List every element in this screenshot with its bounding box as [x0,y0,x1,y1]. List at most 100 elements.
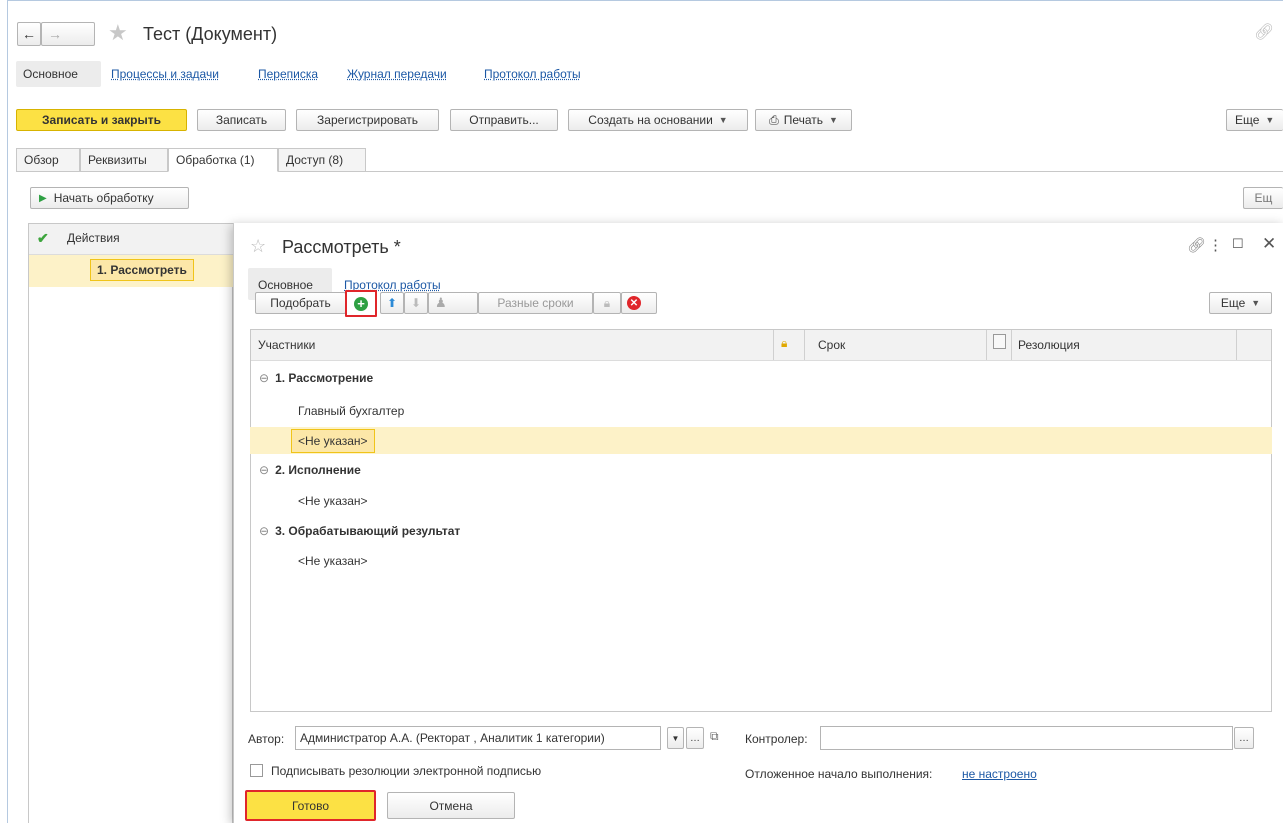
delete-button[interactable]: ✕ [621,292,657,314]
participant-name: Главный бухгалтер [298,403,405,418]
pick-button[interactable]: Подобрать [255,292,346,314]
author-open-icon[interactable]: ⧉ [710,729,719,744]
participant-name-selected[interactable]: <Не указан> [291,428,375,453]
dialog-more-button[interactable]: Еще ▼ [1209,292,1272,314]
dialog-tab-main-label: Основное [258,278,313,292]
print-label: Печать [783,113,823,127]
printer-icon: ⎙ [769,112,779,127]
different-terms-button[interactable]: Разные сроки [478,292,593,314]
doc-tab-processing[interactable]: Обработка (1) [168,148,278,172]
arrow-left-icon: ← [22,26,36,42]
back-button[interactable]: ← [17,22,41,46]
actions-column-header: Действия [67,231,120,245]
dialog-favorite-icon[interactable]: ☆ [250,236,266,257]
group-title: 1. Рассмотрение [275,370,374,385]
column-header-term[interactable]: Срок [818,338,845,352]
controller-label: Контролер: [745,732,808,746]
author-select-button[interactable]: … [686,727,704,749]
doc-tab-requisites[interactable]: Реквизиты [80,148,168,172]
add-circle-icon: + [354,296,368,311]
start-processing-button[interactable]: ▶ Начать обработку [30,187,189,209]
lock-button[interactable]: 🔒︎ [593,292,621,314]
table-row-group-1[interactable]: ⊖ 1. Рассмотрение [250,366,1272,389]
favorite-star-icon[interactable]: ★ [108,20,128,46]
register-button[interactable]: Зарегистрировать [296,109,439,131]
participant-name: <Не указан> [298,553,368,568]
move-up-button[interactable]: ⬆ [380,292,404,314]
participant-button[interactable]: ♟ [428,292,478,314]
header-sep-4 [1011,330,1012,360]
nav-tab-transfer-log[interactable]: Журнал передачи [347,67,447,81]
table-row-selected[interactable]: <Не указан> [250,427,1272,454]
table-row[interactable]: <Не указан> [250,549,1272,572]
create-based-button[interactable]: Создать на основании ▼ [568,109,748,131]
actions-table [28,223,233,823]
column-lock-icon: 🔒︎ [781,336,788,350]
controller-select-button[interactable]: … [1234,727,1254,749]
dialog-maximize-icon[interactable]: ☐ [1232,236,1244,252]
save-close-button[interactable]: Записать и закрыть [16,109,187,131]
table-row[interactable]: Главный бухгалтер [250,399,1272,422]
add-participant-button[interactable]: + [345,290,377,317]
done-button[interactable]: Готово [245,790,376,821]
nav-tab-main-label: Основное [23,67,78,81]
collapse-icon[interactable]: ⊖ [259,463,269,477]
dialog-close-icon[interactable]: ✕ [1262,234,1276,254]
nav-tab-work-log[interactable]: Протокол работы [484,67,581,81]
author-label: Автор: [248,732,285,746]
deferred-label: Отложенное начало выполнения: [745,767,933,781]
cancel-button[interactable]: Отмена [387,792,515,819]
person-icon: ♟ [435,295,447,310]
header-sep-3 [986,330,987,360]
more-button[interactable]: Еще ▼ [1226,109,1283,131]
chevron-down-icon: ▼ [829,115,838,125]
dialog-link-icon[interactable]: 🔗︎ [1187,236,1206,254]
nav-tab-processes[interactable]: Процессы и задачи [111,67,219,81]
chevron-down-icon: ▼ [1265,115,1275,125]
nav-tab-correspondence[interactable]: Переписка [258,67,318,81]
table-row-group-3[interactable]: ⊖ 3. Обрабатывающий результат [250,519,1272,542]
column-doc-icon [993,334,1006,349]
doc-tab-overview[interactable]: Обзор [16,148,80,172]
dialog-more-label: Еще [1220,296,1246,310]
create-based-label: Создать на основании [588,113,713,127]
table-row[interactable]: <Не указан> [250,489,1272,512]
group-title: 2. Исполнение [275,462,361,477]
arrow-up-icon: ⬆ [386,296,398,310]
check-icon: ✔ [37,230,49,246]
link-icon[interactable]: 🔗︎ [1254,22,1274,42]
deferred-link[interactable]: не настроено [962,767,1037,781]
author-dropdown-button[interactable]: ▼ [667,727,684,749]
participant-name: <Не указан> [298,493,368,508]
actions-row-item[interactable]: 1. Рассмотреть [90,259,194,281]
move-down-button[interactable]: ⬇ [404,292,428,314]
author-input[interactable]: Администратор А.А. (Ректорат , Аналитик … [295,726,661,750]
dialog-title: Рассмотреть * [282,237,401,257]
window-title: Тест (Документ) [143,24,278,44]
collapse-icon[interactable]: ⊖ [259,371,269,385]
left-more-button[interactable]: Ещ [1243,187,1283,209]
save-button[interactable]: Записать [197,109,286,131]
lock-icon: 🔒︎ [603,295,611,310]
print-button[interactable]: ⎙ Печать ▼ [755,109,852,131]
chevron-down-icon: ▼ [671,733,680,743]
column-header-resolution[interactable]: Резолюция [1018,338,1080,352]
dialog-menu-icon[interactable]: ⋮ [1208,236,1223,254]
header-sep-1 [773,330,774,360]
participants-header [251,330,1271,361]
group-title: 3. Обрабатывающий результат [275,523,461,538]
chevron-down-icon: ▼ [1251,298,1261,308]
send-button[interactable]: Отправить... [450,109,558,131]
chevron-down-icon: ▼ [718,115,728,125]
start-processing-label: Начать обработку [53,191,154,205]
collapse-icon[interactable]: ⊖ [259,524,269,538]
header-sep-2 [804,330,805,360]
sign-checkbox[interactable] [250,764,263,777]
forward-button[interactable]: → [41,22,95,46]
sign-checkbox-label[interactable]: Подписывать резолюции электронной подпис… [271,764,541,778]
table-row-group-2[interactable]: ⊖ 2. Исполнение [250,458,1272,481]
column-header-participants[interactable]: Участники [258,338,315,352]
controller-input[interactable] [820,726,1233,750]
author-value: Администратор А.А. (Ректорат , Аналитик … [300,731,605,745]
doc-tab-access[interactable]: Доступ (8) [278,148,366,172]
